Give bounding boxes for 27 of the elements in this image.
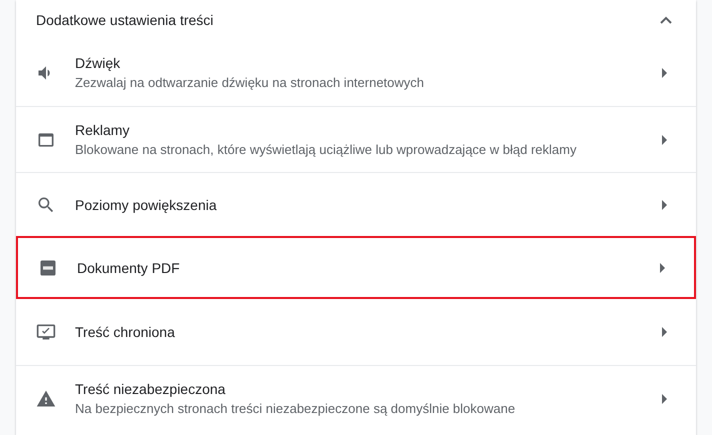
monitor-check-icon (36, 322, 56, 342)
settings-row[interactable]: Poziomy powiększenia (16, 172, 696, 236)
search-icon (36, 194, 56, 214)
chevron-right-icon (662, 327, 668, 337)
document-icon (38, 258, 58, 278)
chevron-right-icon (662, 200, 668, 210)
row-title: Treść niezabezpieczona (75, 380, 226, 398)
settings-row[interactable]: Treść chroniona (16, 299, 696, 365)
settings-row[interactable]: Dźwięk Zezwalaj na odtwarzanie dźwięku na stronach internetowych (16, 40, 696, 106)
warning-icon (36, 388, 56, 408)
row-description: Na bezpiecznych stronach treści niezabezpieczone są domyślnie blokowane (75, 400, 516, 418)
row-title: Dokumenty PDF (77, 258, 181, 278)
settings-row[interactable]: Reklamy Blokowane na stronach, które wyświetlają uciążliwe lub wprowadzające w błąd reklamy (16, 106, 696, 172)
collapse-chevron-icon[interactable] (660, 16, 672, 24)
chevron-right-icon (662, 394, 668, 404)
chevron-right-icon (662, 134, 668, 144)
row-title: Treść chroniona (75, 323, 176, 342)
section-title: Dodatkowe ustawienia treści (36, 10, 214, 30)
row-title: Reklamy (75, 120, 130, 140)
settings-row[interactable]: Treść niezabezpieczona Na bezpiecznych stronach treści niezabezpieczone są domyślnie blokowane (16, 365, 696, 431)
chevron-right-icon (662, 68, 668, 78)
row-description: Blokowane na stronach, które wyświetlają uciążliwe lub wprowadzające w błąd reklamy (75, 140, 578, 159)
row-description: Zezwalaj na odtwarzanie dźwięku na stronach internetowych (75, 74, 426, 92)
row-title: Poziomy powiększenia (75, 196, 218, 214)
chevron-right-icon (660, 262, 666, 272)
row-title: Dźwięk (75, 54, 122, 73)
settings-row[interactable]: Dokumenty PDF (16, 236, 696, 299)
